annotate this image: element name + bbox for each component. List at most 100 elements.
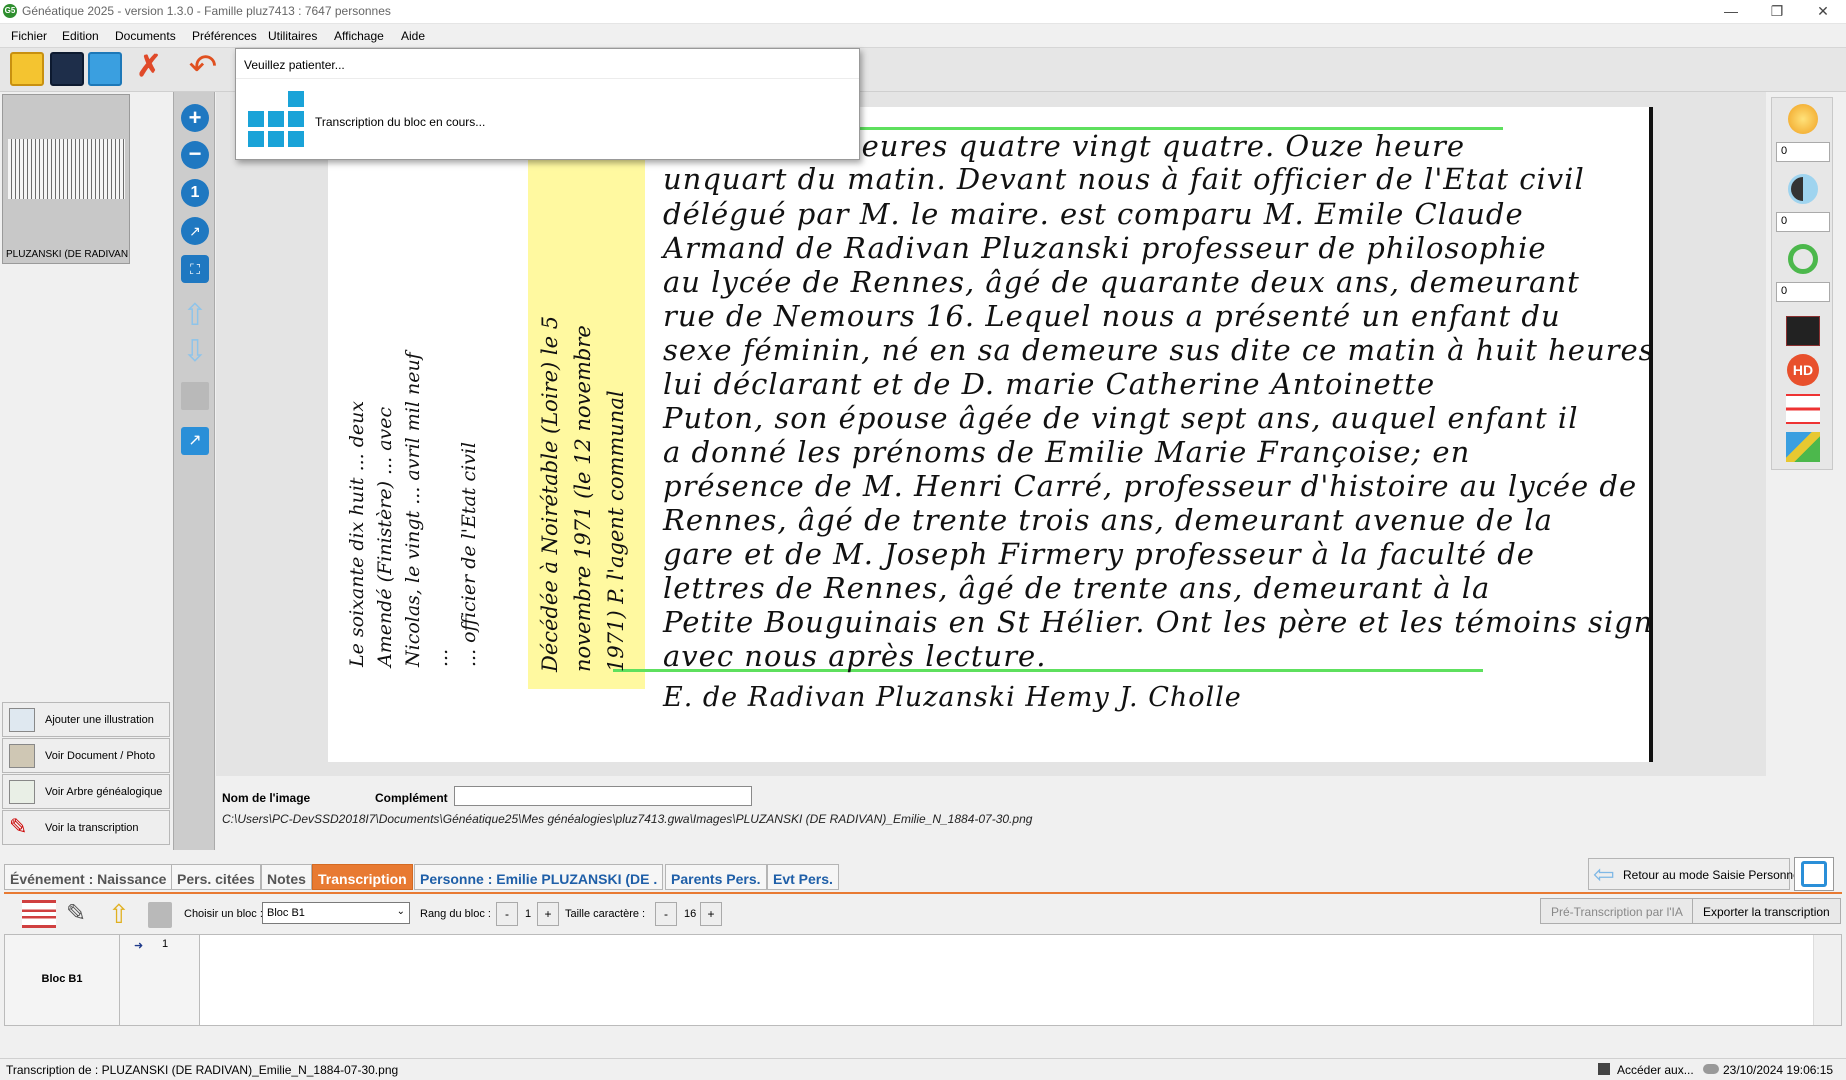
tab-evt-pers[interactable]: Evt Pers. <box>767 864 839 890</box>
hd-icon[interactable]: HD <box>1787 354 1819 386</box>
menu-affichage[interactable]: Affichage <box>334 29 384 43</box>
image-adjust-panel: 0 0 0 HD <box>1768 92 1846 850</box>
zoom-toolbar: + − 1 ↗ ⛶ ⇧ ⇩ ↗ <box>173 92 215 850</box>
size-decrement-button[interactable]: - <box>655 902 677 926</box>
zoom-out-icon[interactable]: − <box>181 141 209 169</box>
rank-value: 1 <box>525 908 532 920</box>
document-photo-icon <box>9 744 35 768</box>
external-link-icon[interactable]: ↗ <box>181 427 209 455</box>
add-illustration-button[interactable]: Ajouter une illustration <box>2 702 170 737</box>
document-line: Armand de Radivan Pluzanski professeur d… <box>663 231 1547 265</box>
minimize-icon[interactable]: — <box>1708 0 1754 24</box>
move-down-icon[interactable]: ⇩ <box>181 337 209 367</box>
image-viewer[interactable]: Le soixante dix huit ... deux Amendé (Fi… <box>216 92 1766 776</box>
move-up-icon[interactable]: ⇧ <box>181 301 209 331</box>
document-line: avec nous après lecture. <box>663 639 1047 673</box>
view-transcription-button[interactable]: ✎ Voir la transcription <box>2 810 170 845</box>
list-icon[interactable] <box>22 900 56 928</box>
complement-input[interactable] <box>454 786 752 806</box>
cloud-icon <box>1703 1064 1719 1074</box>
rank-label: Rang du bloc : <box>420 908 491 920</box>
download-icon[interactable] <box>88 52 122 86</box>
fullscreen-icon[interactable]: ⛶ <box>181 255 209 283</box>
view-document-button[interactable]: Voir Document / Photo <box>2 738 170 773</box>
undo-arrow-icon[interactable]: ↶ <box>186 50 220 86</box>
contrast-spinner[interactable]: 0 <box>1776 212 1830 232</box>
document-line: au lycée de Rennes, âgé de quarante deux… <box>663 265 1580 299</box>
brightness-icon[interactable] <box>1788 104 1818 134</box>
zoom-actual-size-icon[interactable]: 1 <box>181 179 209 207</box>
editor-scrollbar[interactable] <box>1813 935 1841 1025</box>
zoom-fit-icon[interactable]: ↗ <box>181 217 209 245</box>
close-icon[interactable]: ✕ <box>1800 0 1846 24</box>
transcription-text-area[interactable] <box>201 935 1813 1025</box>
open-external-icon[interactable] <box>1794 857 1834 891</box>
rotate-icon[interactable] <box>1788 244 1818 274</box>
trash-icon[interactable] <box>181 382 209 410</box>
tab-transcription[interactable]: Transcription <box>312 864 413 890</box>
margin-note-line: Décédée à Noirétable (Loire) le 5 <box>538 315 562 672</box>
contrast-icon[interactable] <box>1788 174 1818 204</box>
retour-saisie-button[interactable]: ⇦ Retour au mode Saisie Personne <box>1588 858 1800 890</box>
tab-pers-citees[interactable]: Pers. citées <box>171 864 261 890</box>
image-adjust-tools: 0 0 0 HD <box>1771 97 1833 470</box>
tab-bar: Événement : Naissance Pers. citées Notes… <box>0 860 1846 892</box>
char-size-label: Taille caractère : <box>565 908 646 920</box>
transcription-editor: Bloc B1 ➜ 1 <box>4 934 1842 1026</box>
add-image-icon <box>9 708 35 732</box>
tab-notes[interactable]: Notes <box>261 864 312 890</box>
rank-increment-button[interactable]: + <box>537 902 559 926</box>
delete-block-icon[interactable] <box>148 902 172 928</box>
image-path: C:\Users\PC-DevSSD2018I7\Documents\Généa… <box>222 812 1033 826</box>
menu-preferences[interactable]: Préférences <box>192 29 257 43</box>
tab-personne[interactable]: Personne : Emilie PLUZANSKI (DE . <box>414 864 664 890</box>
left-panel: PLUZANSKI (DE RADIVAN Ajouter une illust… <box>0 92 170 850</box>
document-line: présence de M. Henri Carré, professeur d… <box>663 469 1638 503</box>
grip-icon <box>1598 1063 1610 1075</box>
edit-pencil-icon[interactable]: ✎ <box>66 900 96 928</box>
transcription-toolbar: ✎ ⇧ Choisir un bloc : Bloc B1 ⌄ Rang du … <box>4 892 1842 932</box>
menu-utilitaires[interactable]: Utilitaires <box>268 29 317 43</box>
ai-pretranscription-button[interactable]: Pré-Transcription par l'IA <box>1540 898 1694 924</box>
rank-decrement-button[interactable]: - <box>496 902 518 926</box>
thumbnail-label: PLUZANSKI (DE RADIVAN <box>6 249 129 260</box>
zoom-in-icon[interactable]: + <box>181 104 209 132</box>
size-increment-button[interactable]: + <box>700 902 722 926</box>
save-icon[interactable] <box>50 52 84 86</box>
menu-documents[interactable]: Documents <box>115 29 176 43</box>
block-select[interactable]: Bloc B1 ⌄ <box>262 902 410 924</box>
upload-icon[interactable]: ⇧ <box>108 900 134 928</box>
menu-aide[interactable]: Aide <box>401 29 425 43</box>
maximize-icon[interactable]: ❐ <box>1754 0 1800 24</box>
menu-fichier[interactable]: Fichier <box>11 29 47 43</box>
family-tree-icon <box>9 780 35 804</box>
tools-x-icon[interactable]: ✗ <box>132 52 166 86</box>
image-thumbnail[interactable]: PLUZANSKI (DE RADIVAN <box>2 94 130 264</box>
margin-left-line: ... <box>430 648 452 667</box>
line-gutter: ➜ 1 <box>120 935 200 1025</box>
document-line: délégué par M. le maire. est comparu M. … <box>663 197 1524 231</box>
lines-icon[interactable] <box>1786 394 1820 424</box>
export-transcription-button[interactable]: Exporter la transcription <box>1692 898 1841 924</box>
view-tree-button[interactable]: Voir Arbre généalogique <box>2 774 170 809</box>
document-image[interactable]: Le soixante dix huit ... deux Amendé (Fi… <box>328 107 1653 762</box>
brightness-spinner[interactable]: 0 <box>1776 142 1830 162</box>
image-info-panel: Nom de l'image Complément C:\Users\PC-De… <box>216 776 1766 848</box>
menu-edition[interactable]: Edition <box>62 29 99 43</box>
open-folder-icon[interactable] <box>10 52 44 86</box>
loading-spinner-icon <box>248 91 308 151</box>
negative-image-icon[interactable] <box>1786 316 1820 346</box>
document-line: lettres de Rennes, âgé de trente ans, de… <box>663 571 1491 605</box>
access-link[interactable]: Accéder aux... <box>1617 1063 1694 1077</box>
document-line: sexe féminin, né en sa demeure sus dite … <box>663 333 1653 367</box>
margin-note-line: novembre 1971 (le 12 novembre <box>571 325 595 672</box>
margin-left-line: Nicolas, le vingt ... avril mil neuf <box>402 352 424 667</box>
rotation-spinner[interactable]: 0 <box>1776 282 1830 302</box>
complement-label: Complément <box>375 791 448 805</box>
color-adjust-icon[interactable] <box>1786 432 1820 462</box>
wait-dialog: Veuillez patienter... Transcription du b… <box>235 48 860 160</box>
status-text: Transcription de : PLUZANSKI (DE RADIVAN… <box>6 1063 399 1077</box>
tab-evenement[interactable]: Événement : Naissance <box>4 864 173 890</box>
tab-parents-pers[interactable]: Parents Pers. <box>665 864 767 890</box>
window-title: Généatique 2025 - version 1.3.0 - Famill… <box>22 4 391 18</box>
